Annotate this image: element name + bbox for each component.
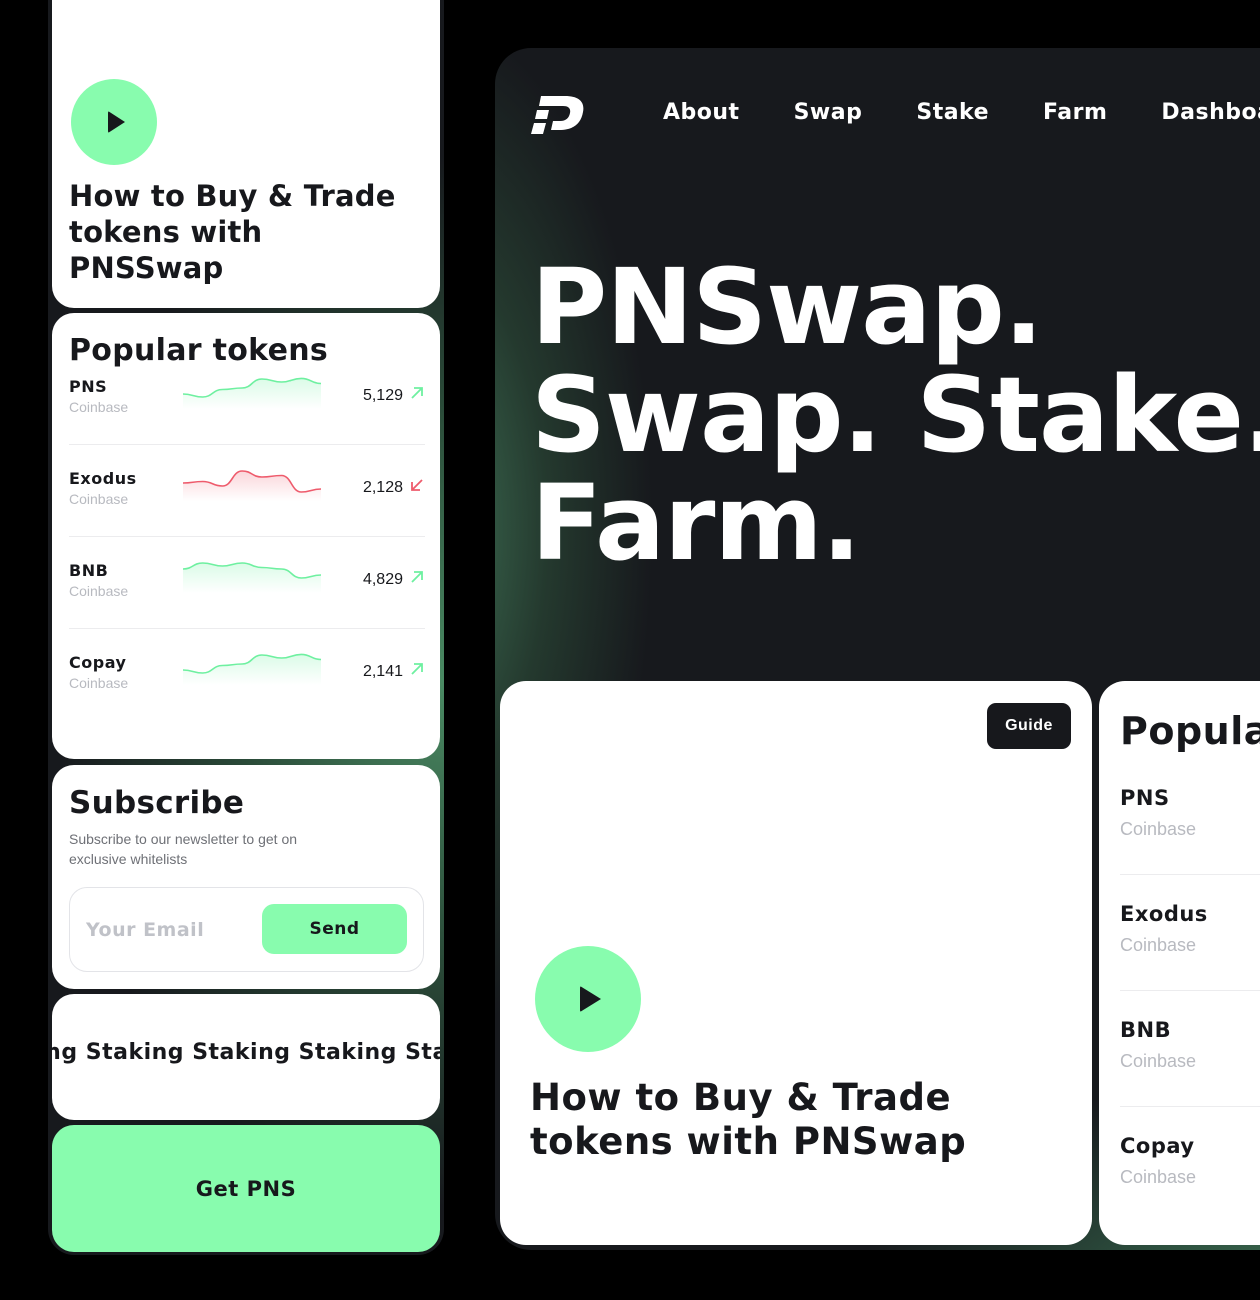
token-exchange: Coinbase bbox=[1120, 1167, 1197, 1187]
nav-dashboard[interactable]: Dashboard bbox=[1161, 100, 1260, 125]
guide-badge: Guide bbox=[987, 703, 1071, 749]
arrow-up-right-icon bbox=[411, 571, 423, 583]
guide-title: How to Buy & Trade tokens with PNSwap bbox=[530, 1076, 967, 1163]
token-exchange: Coinbase bbox=[69, 583, 129, 599]
get-pns-label: Get PNS bbox=[195, 1176, 297, 1201]
divider bbox=[69, 536, 425, 537]
nav-stake[interactable]: Stake bbox=[916, 100, 989, 125]
token-sparkline bbox=[182, 377, 322, 409]
token-value: 5,129 bbox=[362, 387, 403, 404]
hero-headline: PNSwap. Swap. Stake. Farm. bbox=[531, 253, 1260, 577]
token-symbol: BNB bbox=[69, 561, 109, 580]
nav-swap[interactable]: Swap bbox=[794, 100, 863, 125]
send-button[interactable]: Send bbox=[262, 904, 407, 954]
headline-line-2: Swap. Stake. bbox=[531, 354, 1260, 476]
token-symbol: PNS bbox=[1120, 786, 1170, 810]
token-exchange: Coinbase bbox=[69, 491, 129, 507]
token-row[interactable]: PNS Coinbase 5,129 bbox=[69, 377, 425, 469]
popular-tokens-title: Popular tokens bbox=[69, 333, 329, 368]
nav-about[interactable]: About bbox=[663, 100, 740, 125]
divider bbox=[1120, 990, 1260, 991]
get-pns-button[interactable]: Get PNS bbox=[52, 1125, 440, 1252]
token-exchange: Coinbase bbox=[69, 675, 129, 691]
token-value: 4,829 bbox=[362, 571, 403, 588]
token-exchange: Coinbase bbox=[1120, 1051, 1197, 1071]
token-row[interactable]: Exodus Coinbase bbox=[1120, 902, 1260, 1018]
token-sparkline bbox=[182, 470, 322, 501]
video-guide-card[interactable]: How to Buy & Trade tokens with PNSSwap bbox=[52, 0, 440, 308]
token-row[interactable]: PNS Coinbase bbox=[1120, 786, 1260, 902]
token-symbol: Copay bbox=[69, 653, 127, 672]
token-value: 2,128 bbox=[362, 479, 403, 496]
headline-line-1: PNSwap. bbox=[531, 246, 1043, 368]
token-value: 2,141 bbox=[362, 663, 403, 680]
popular-tokens-card: Popular tokens PNS Coinbase 5,129 Exodus… bbox=[52, 313, 440, 759]
token-row[interactable]: BNB Coinbase bbox=[1120, 1018, 1260, 1134]
play-icon bbox=[580, 986, 601, 1012]
subscribe-card: Subscribe Subscribe to our newsletter to… bbox=[52, 765, 440, 989]
mobile-preview: How to Buy & Trade tokens with PNSSwap P… bbox=[48, 0, 444, 1255]
token-symbol: PNS bbox=[69, 377, 108, 396]
divider bbox=[69, 444, 425, 445]
popular-tokens-card: Popular tokens PNS Coinbase Exodus Coinb… bbox=[1099, 681, 1260, 1245]
token-row[interactable]: BNB Coinbase 4,829 bbox=[69, 561, 425, 653]
token-symbol: Exodus bbox=[69, 469, 137, 488]
divider bbox=[1120, 874, 1260, 875]
token-symbol: Copay bbox=[1120, 1134, 1195, 1158]
guide-title: How to Buy & Trade tokens with PNSSwap bbox=[69, 179, 396, 285]
play-icon bbox=[108, 111, 125, 133]
pnswap-logo-icon[interactable] bbox=[531, 96, 585, 134]
popular-tokens-title: Popular tokens bbox=[1120, 709, 1260, 753]
token-exchange: Coinbase bbox=[69, 399, 129, 415]
email-form: Send bbox=[69, 887, 424, 972]
play-button[interactable] bbox=[535, 946, 641, 1052]
headline-line-3: Farm. bbox=[531, 462, 861, 584]
desktop-preview: About Swap Stake Farm Dashboard PNSwap. … bbox=[495, 48, 1260, 1250]
token-symbol: Exodus bbox=[1120, 902, 1208, 926]
staking-marquee: king Staking Staking Staking Staking bbox=[52, 1040, 440, 1065]
email-input[interactable] bbox=[86, 910, 256, 950]
divider bbox=[1120, 1106, 1260, 1107]
video-guide-card[interactable]: Guide How to Buy & Trade tokens with PNS… bbox=[500, 681, 1092, 1245]
arrow-up-right-icon bbox=[411, 663, 423, 675]
arrow-down-left-icon bbox=[411, 479, 423, 491]
token-row[interactable]: Copay Coinbase bbox=[1120, 1134, 1260, 1245]
token-sparkline bbox=[182, 653, 322, 685]
token-exchange: Coinbase bbox=[1120, 935, 1197, 955]
play-button[interactable] bbox=[71, 79, 157, 165]
staking-marquee-card[interactable]: king Staking Staking Staking Staking bbox=[52, 994, 440, 1120]
subscribe-title: Subscribe bbox=[69, 785, 245, 821]
token-symbol: BNB bbox=[1120, 1018, 1172, 1042]
sparkline-area bbox=[183, 471, 321, 501]
nav-farm[interactable]: Farm bbox=[1043, 100, 1107, 125]
arrow-up-right-icon bbox=[411, 387, 423, 399]
token-sparkline bbox=[182, 562, 322, 593]
subscribe-description: Subscribe to our newsletter to get on ex… bbox=[69, 831, 298, 867]
token-row[interactable]: Copay Coinbase 2,141 bbox=[69, 653, 425, 745]
token-row[interactable]: Exodus Coinbase 2,128 bbox=[69, 469, 425, 561]
divider bbox=[69, 628, 425, 629]
main-nav: About Swap Stake Farm Dashboard bbox=[663, 100, 1260, 125]
token-exchange: Coinbase bbox=[1120, 819, 1197, 839]
